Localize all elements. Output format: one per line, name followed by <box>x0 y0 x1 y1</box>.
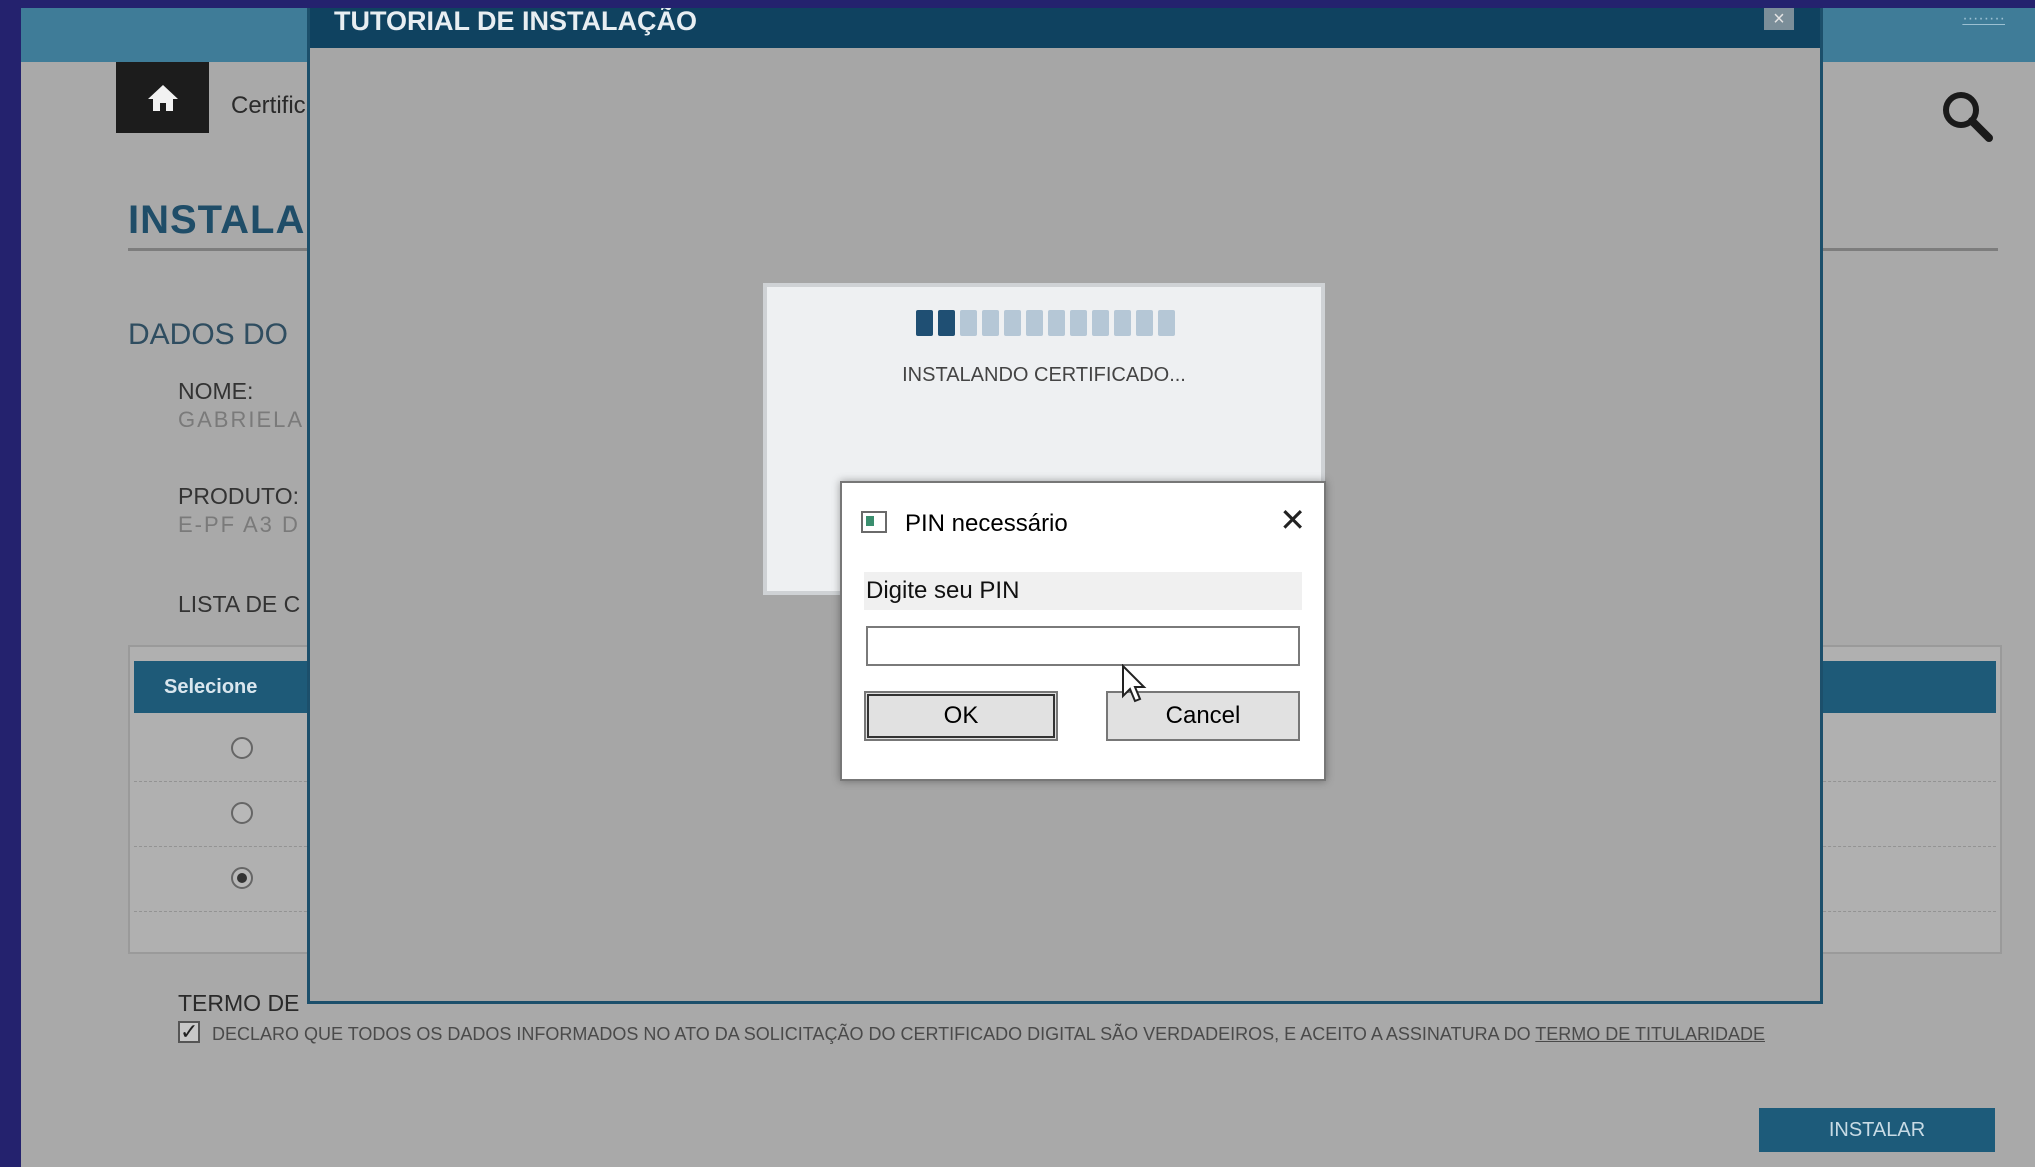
progress-segment <box>1114 310 1131 336</box>
terms-title: TERMO DE <box>178 990 300 1016</box>
pin-dialog: PIN necessário ✕ Digite seu PIN OK Cance… <box>840 481 1326 781</box>
progress-segment <box>1136 310 1153 336</box>
modal-title: TUTORIAL DE INSTALAÇÃO <box>334 8 697 36</box>
home-icon <box>147 84 178 111</box>
progress-indicator <box>916 310 1175 336</box>
progress-segment <box>982 310 999 336</box>
app-window-icon <box>861 511 887 533</box>
breadcrumb[interactable]: Certific <box>231 92 306 120</box>
pin-prompt-bar: Digite seu PIN <box>864 572 1302 610</box>
progress-segment <box>1158 310 1175 336</box>
row-radio-selected[interactable] <box>231 867 253 889</box>
list-label: LISTA DE C <box>178 591 301 617</box>
search-icon[interactable] <box>1939 88 1995 144</box>
name-label: NOME: <box>178 378 254 404</box>
pin-dialog-title: PIN necessário <box>905 510 1068 537</box>
app-screen: ········ Certific INSTALA DADOS DO NOME:… <box>21 8 2035 1167</box>
install-button[interactable]: INSTALAR <box>1759 1108 1995 1152</box>
pin-input[interactable] <box>866 626 1300 666</box>
terms-text: DECLARO QUE TODOS OS DADOS INFORMADOS NO… <box>212 1024 1765 1045</box>
modal-close-button[interactable]: × <box>1764 8 1794 30</box>
progress-segment <box>1070 310 1087 336</box>
progress-segment <box>938 310 955 336</box>
progress-segment <box>1004 310 1021 336</box>
terms-link[interactable]: TERMO DE TITULARIDADE <box>1535 1024 1765 1044</box>
progress-segment <box>960 310 977 336</box>
section-title: DADOS DO <box>128 318 289 351</box>
row-radio[interactable] <box>231 802 253 824</box>
progress-segment <box>916 310 933 336</box>
row-radio[interactable] <box>231 737 253 759</box>
ok-button[interactable]: OK <box>864 691 1058 741</box>
page-title: INSTALA <box>128 198 306 242</box>
progress-segment <box>1026 310 1043 336</box>
mouse-cursor-icon <box>1122 664 1147 703</box>
terms-checkbox[interactable]: ✓ <box>178 1021 200 1043</box>
product-value: E-PF A3 D <box>178 512 300 537</box>
installing-status: INSTALANDO CERTIFICADO... <box>902 364 1186 386</box>
close-icon[interactable]: ✕ <box>1279 501 1306 539</box>
modal-header: TUTORIAL DE INSTALAÇÃO × <box>310 8 1820 48</box>
progress-segment <box>1048 310 1065 336</box>
progress-segment <box>1092 310 1109 336</box>
pin-prompt-label: Digite seu PIN <box>866 577 1020 604</box>
table-header-label: Selecione <box>164 676 258 698</box>
product-label: PRODUTO: <box>178 483 299 509</box>
top-link[interactable]: ········ <box>1962 10 2005 28</box>
home-button[interactable] <box>116 62 209 133</box>
name-value: GABRIELA <box>178 407 305 432</box>
terms-declaration: DECLARO QUE TODOS OS DADOS INFORMADOS NO… <box>212 1024 1536 1044</box>
